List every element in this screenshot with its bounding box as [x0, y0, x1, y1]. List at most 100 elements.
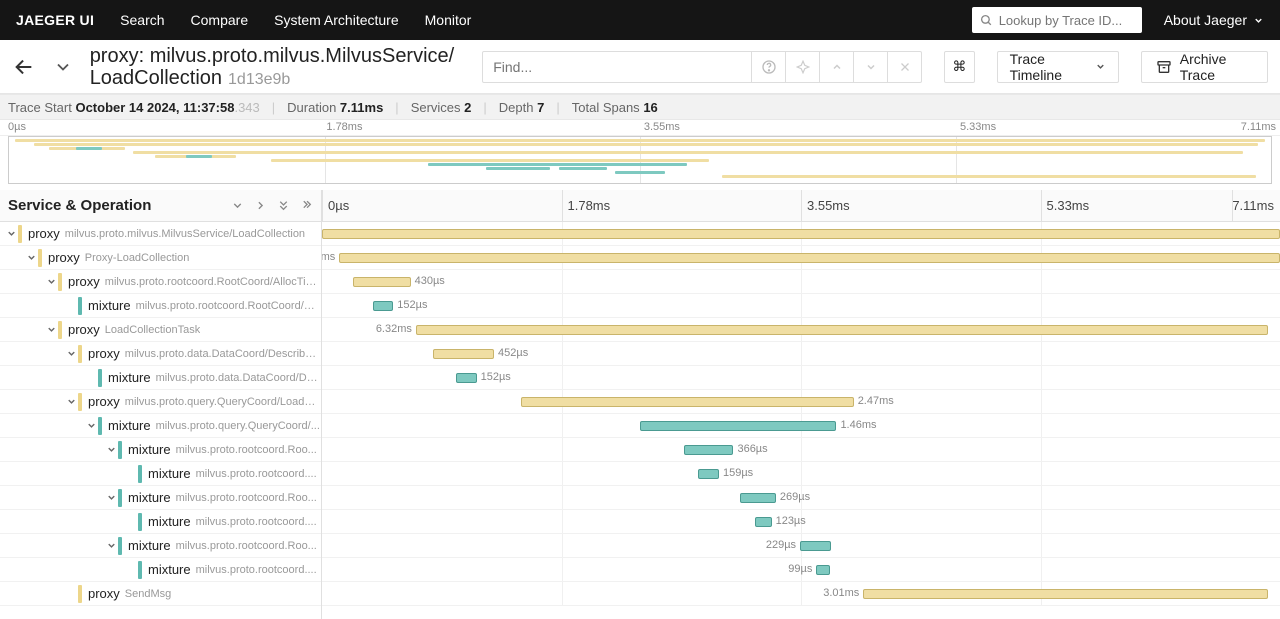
span-bar[interactable] [339, 253, 1280, 263]
minimap-canvas[interactable] [8, 136, 1272, 184]
span-bar[interactable] [640, 421, 836, 431]
keyboard-shortcuts-button[interactable]: ⌘ [944, 51, 974, 83]
expand-toggle[interactable] [104, 539, 118, 553]
find-help-button[interactable] [752, 51, 786, 83]
lookup-trace[interactable] [972, 7, 1142, 33]
span-time-row[interactable]: 123µs [322, 510, 1280, 534]
span-bar[interactable] [816, 565, 829, 575]
span-bar[interactable] [353, 277, 411, 287]
span-time-row[interactable]: 269µs [322, 486, 1280, 510]
nav-monitor[interactable]: Monitor [425, 12, 472, 28]
expand-toggle[interactable] [4, 227, 18, 241]
expand-all-icon[interactable] [300, 199, 313, 212]
span-name-row[interactable]: proxymilvus.proto.milvus.MilvusService/L… [0, 222, 321, 246]
span-name-row[interactable]: mixturemilvus.proto.rootcoord.Roo... [0, 438, 321, 462]
span-name-row[interactable]: mixturemilvus.proto.rootcoord.... [0, 558, 321, 582]
span-name-row[interactable]: proxyLoadCollectionTask [0, 318, 321, 342]
service-color-bar [18, 225, 22, 243]
expand-toggle[interactable] [44, 323, 58, 337]
span-time-row[interactable]: 2.47ms [322, 390, 1280, 414]
span-duration-label: 123µs [776, 515, 806, 527]
expand-toggle [64, 587, 78, 601]
span-time-row[interactable]: 229µs [322, 534, 1280, 558]
span-name-row[interactable]: mixturemilvus.proto.rootcoord.... [0, 510, 321, 534]
expand-toggle[interactable] [104, 443, 118, 457]
trace-view-label: Trace Timeline [1010, 51, 1089, 83]
span-duration-label: 152µs [397, 299, 427, 311]
span-time-row[interactable]: 99µs [322, 558, 1280, 582]
expand-one-icon[interactable] [254, 199, 267, 212]
span-bar[interactable] [684, 445, 733, 455]
archive-icon [1156, 59, 1172, 75]
span-bar[interactable] [456, 373, 477, 383]
expand-toggle[interactable] [44, 275, 58, 289]
operation-name: milvus.proto.rootcoord.Roo... [176, 444, 317, 456]
expand-toggle[interactable] [64, 395, 78, 409]
span-name-row[interactable]: proxySendMsg [0, 582, 321, 606]
span-time-row[interactable]: 159µs [322, 462, 1280, 486]
nav-compare[interactable]: Compare [191, 12, 249, 28]
span-name-row[interactable]: proxymilvus.proto.query.QueryCoord/LoadC… [0, 390, 321, 414]
expand-toggle [64, 299, 78, 313]
span-name-row[interactable]: proxymilvus.proto.data.DataCoord/Describ… [0, 342, 321, 366]
expand-toggle[interactable] [24, 251, 38, 265]
span-duration-label: 269µs [780, 491, 810, 503]
time-tick-0: 0µs [322, 198, 349, 213]
span-bar[interactable] [863, 589, 1268, 599]
span-name-row[interactable]: mixturemilvus.proto.rootcoord.... [0, 462, 321, 486]
span-time-row[interactable]: 6.32ms [322, 318, 1280, 342]
span-duration-label: 152µs [481, 371, 511, 383]
brand[interactable]: JAEGER UI [16, 12, 94, 28]
span-name-row[interactable]: mixturemilvus.proto.rootcoord.RootCoord/… [0, 294, 321, 318]
collapse-trace-header[interactable] [51, 53, 76, 81]
trace-view-dropdown[interactable]: Trace Timeline [997, 51, 1119, 83]
span-time-row[interactable]: 452µs [322, 342, 1280, 366]
archive-trace-button[interactable]: Archive Trace [1141, 51, 1268, 83]
back-button[interactable] [12, 53, 37, 81]
span-bar[interactable] [373, 301, 394, 311]
span-name-row[interactable]: mixturemilvus.proto.rootcoord.Roo... [0, 534, 321, 558]
span-time-row[interactable]: 152µs [322, 366, 1280, 390]
minimap-bar [76, 147, 103, 150]
find-next-button[interactable] [854, 51, 888, 83]
service-name: mixture [108, 418, 151, 433]
span-name-row[interactable]: proxymilvus.proto.rootcoord.RootCoord/Al… [0, 270, 321, 294]
span-time-row[interactable]: 152µs [322, 294, 1280, 318]
about-jaeger[interactable]: About Jaeger [1164, 12, 1264, 28]
span-bar[interactable] [800, 541, 831, 551]
span-bar[interactable] [755, 517, 772, 527]
lookup-input[interactable] [999, 13, 1134, 28]
collapse-one-icon[interactable] [231, 199, 244, 212]
span-bar[interactable] [416, 325, 1268, 335]
span-time-row[interactable]: 3.01ms [322, 582, 1280, 606]
span-time-row[interactable] [322, 222, 1280, 246]
span-bar[interactable] [740, 493, 776, 503]
service-name: proxy [88, 394, 120, 409]
span-name-row[interactable]: mixturemilvus.proto.query.QueryCoord/... [0, 414, 321, 438]
minimap-tick-0: 0µs [8, 121, 26, 133]
span-name-row[interactable]: mixturemilvus.proto.rootcoord.Roo... [0, 486, 321, 510]
expand-toggle[interactable] [64, 347, 78, 361]
span-time-row[interactable]: 1.46ms [322, 414, 1280, 438]
find-input[interactable] [482, 51, 752, 83]
span-bar[interactable] [521, 397, 853, 407]
collapse-all-icon[interactable] [277, 199, 290, 212]
expand-toggle[interactable] [84, 419, 98, 433]
nav-search[interactable]: Search [120, 12, 164, 28]
span-time-row[interactable]: 430µs [322, 270, 1280, 294]
span-bar[interactable] [322, 229, 1280, 239]
expand-toggle[interactable] [104, 491, 118, 505]
span-bar[interactable] [433, 349, 494, 359]
span-time-row[interactable]: ms [322, 246, 1280, 270]
span-duration-label: 366µs [737, 443, 767, 455]
stat-duration-value: 7.11ms [340, 100, 383, 115]
find-locate-button[interactable] [786, 51, 820, 83]
find-prev-button[interactable] [820, 51, 854, 83]
span-bar[interactable] [698, 469, 719, 479]
stat-start-label: Trace Start [8, 100, 72, 115]
span-name-row[interactable]: proxyProxy-LoadCollection [0, 246, 321, 270]
find-clear-button[interactable] [888, 51, 922, 83]
nav-system-architecture[interactable]: System Architecture [274, 12, 399, 28]
span-time-row[interactable]: 366µs [322, 438, 1280, 462]
span-name-row[interactable]: mixturemilvus.proto.data.DataCoord/De... [0, 366, 321, 390]
